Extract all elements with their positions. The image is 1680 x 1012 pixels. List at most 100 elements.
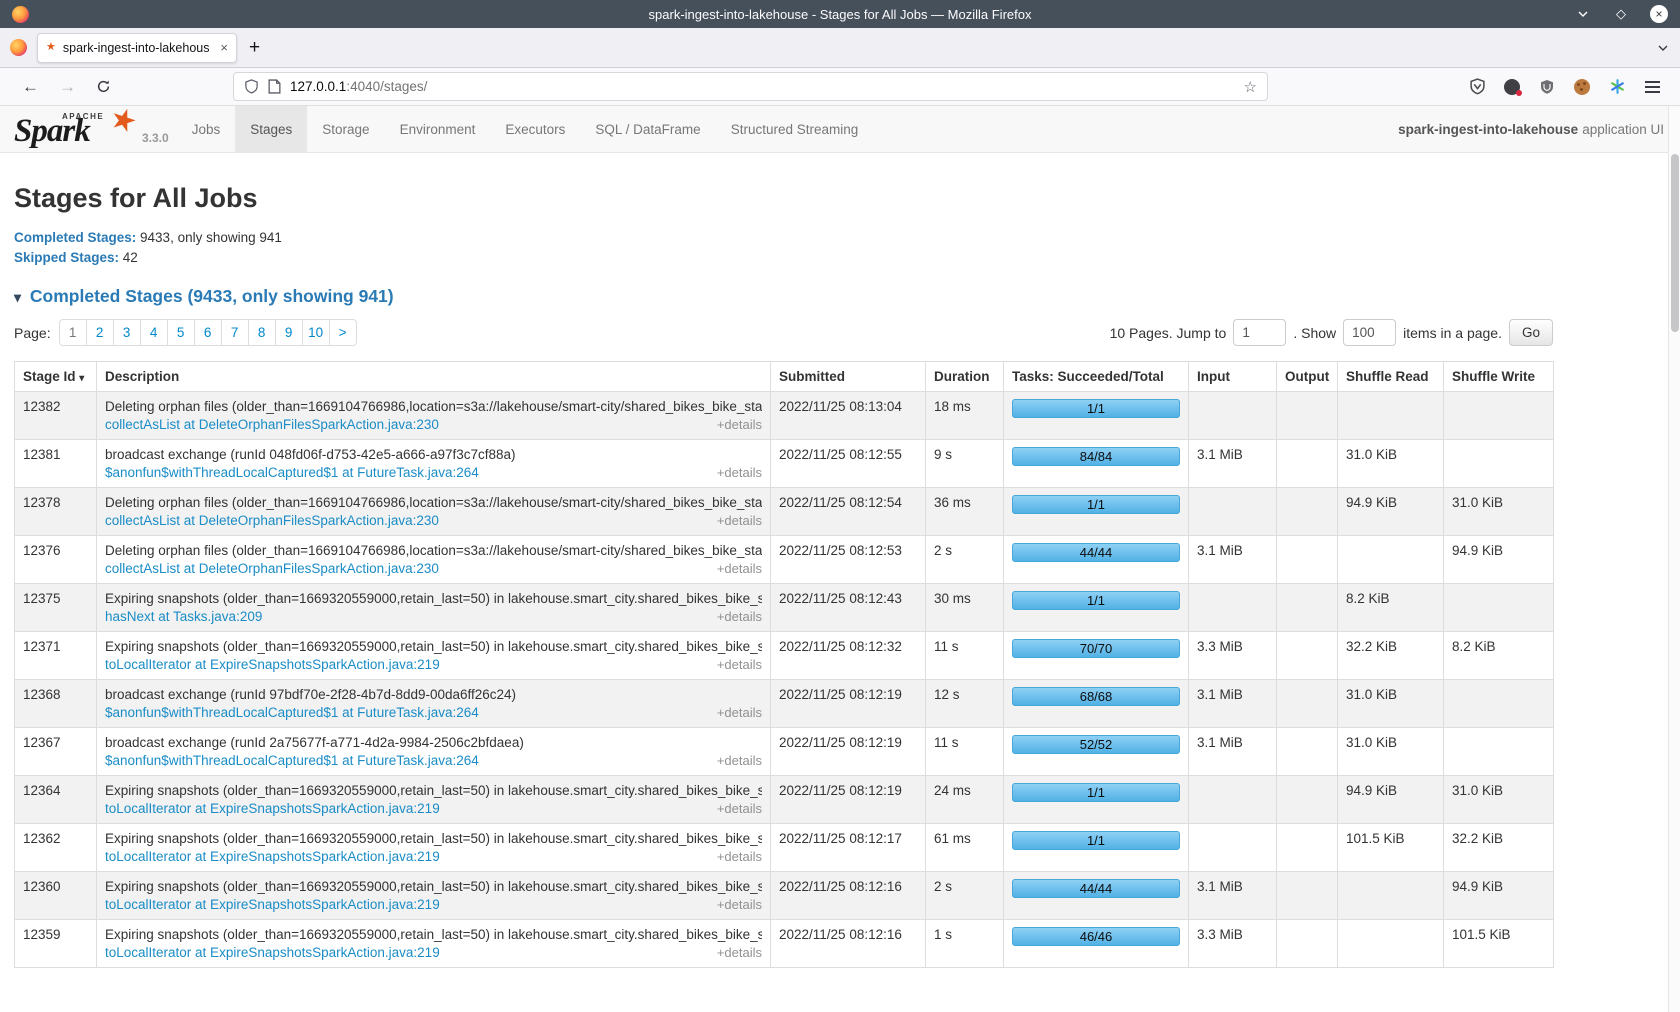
cell-input [1189, 776, 1277, 824]
details-toggle[interactable]: +details [717, 801, 762, 816]
jump-to-input[interactable] [1233, 319, 1286, 346]
cell-shuffle-read: 31.0 KiB [1338, 728, 1444, 776]
spark-logo[interactable]: APACHE Spark ★ [14, 106, 142, 152]
details-toggle[interactable]: +details [717, 465, 762, 480]
page-button-1[interactable]: 1 [59, 319, 87, 346]
cell-submitted: 2022/11/25 08:12:19 [771, 728, 926, 776]
nav-item-storage[interactable]: Storage [307, 106, 384, 152]
completed-stages-section-header[interactable]: ▾ Completed Stages (9433, only showing 9… [14, 286, 1666, 307]
browser-tab[interactable]: ★ spark-ingest-into-lakehous × [37, 33, 237, 63]
details-toggle[interactable]: +details [717, 897, 762, 912]
tab-title: spark-ingest-into-lakehous [63, 41, 214, 55]
column-header-submitted[interactable]: Submitted [771, 362, 926, 392]
stage-detail-link[interactable]: $anonfun$withThreadLocalCaptured$1 at Fu… [105, 705, 479, 720]
ublock-icon[interactable] [1537, 77, 1557, 97]
page-button-6[interactable]: 6 [194, 319, 222, 346]
stage-detail-link[interactable]: collectAsList at DeleteOrphanFilesSparkA… [105, 417, 439, 432]
stages-table-body: 12382Deleting orphan files (older_than=1… [15, 392, 1554, 968]
column-header-input[interactable]: Input [1189, 362, 1277, 392]
back-button[interactable]: ← [22, 78, 39, 95]
stage-detail-link[interactable]: $anonfun$withThreadLocalCaptured$1 at Fu… [105, 465, 479, 480]
cell-shuffle-read: 8.2 KiB [1338, 584, 1444, 632]
details-toggle[interactable]: +details [717, 945, 762, 960]
nav-item-stages[interactable]: Stages [235, 106, 307, 152]
forward-button[interactable]: → [59, 78, 76, 95]
details-toggle[interactable]: +details [717, 609, 762, 624]
stage-detail-link[interactable]: toLocalIterator at ExpireSnapshotsSparkA… [105, 945, 440, 960]
details-toggle[interactable]: +details [717, 561, 762, 576]
show-count-input[interactable] [1343, 319, 1396, 346]
cell-tasks: 84/84 [1004, 440, 1189, 488]
details-toggle[interactable]: +details [717, 513, 762, 528]
summary-list: Completed Stages: 9433, only showing 941… [14, 228, 1666, 268]
cookie-extension-icon[interactable] [1572, 77, 1592, 97]
summary-label[interactable]: Completed Stages: [14, 230, 136, 245]
page-button-4[interactable]: 4 [140, 319, 168, 346]
stage-detail-link[interactable]: $anonfun$withThreadLocalCaptured$1 at Fu… [105, 753, 479, 768]
page-button-10[interactable]: 10 [302, 319, 330, 346]
spark-navbar: APACHE Spark ★ 3.3.0 JobsStagesStorageEn… [0, 106, 1680, 153]
column-header-stage-id[interactable]: Stage Id ▾ [15, 362, 97, 392]
shield-extension-icon[interactable] [1467, 77, 1487, 97]
summary-label[interactable]: Skipped Stages: [14, 250, 119, 265]
nav-item-structured-streaming[interactable]: Structured Streaming [716, 106, 874, 152]
nav-item-jobs[interactable]: Jobs [177, 106, 236, 152]
page-button-5[interactable]: 5 [167, 319, 195, 346]
cell-description: broadcast exchange (runId 97bdf70e-2f28-… [97, 680, 771, 728]
stage-detail-link[interactable]: toLocalIterator at ExpireSnapshotsSparkA… [105, 849, 440, 864]
column-header-duration[interactable]: Duration [926, 362, 1004, 392]
page-button-7[interactable]: 7 [221, 319, 249, 346]
column-header-tasks-succeeded-total[interactable]: Tasks: Succeeded/Total [1004, 362, 1189, 392]
scrollbar[interactable] [1668, 106, 1680, 1012]
cell-stage-id: 12382 [15, 392, 97, 440]
maximize-icon[interactable]: ◇ [1612, 5, 1630, 23]
bookmark-star-icon[interactable]: ☆ [1244, 78, 1257, 96]
nav-item-sql-dataframe[interactable]: SQL / DataFrame [580, 106, 715, 152]
stage-detail-link[interactable]: toLocalIterator at ExpireSnapshotsSparkA… [105, 801, 440, 816]
stage-detail-link[interactable]: collectAsList at DeleteOrphanFilesSparkA… [105, 561, 439, 576]
page-button-9[interactable]: 9 [275, 319, 303, 346]
tasks-progress-label: 44/44 [1080, 881, 1113, 896]
firefox-view-icon[interactable] [10, 39, 27, 56]
details-toggle[interactable]: +details [717, 705, 762, 720]
new-tab-button[interactable]: + [249, 37, 260, 59]
cell-description: Expiring snapshots (older_than=166932055… [97, 920, 771, 968]
page-button-3[interactable]: 3 [113, 319, 141, 346]
stage-detail-link[interactable]: toLocalIterator at ExpireSnapshotsSparkA… [105, 897, 440, 912]
stage-detail-link[interactable]: toLocalIterator at ExpireSnapshotsSparkA… [105, 657, 440, 672]
nav-item-environment[interactable]: Environment [385, 106, 491, 152]
tab-close-icon[interactable]: × [220, 40, 228, 55]
url-bar[interactable]: 127.0.0.1:4040/stages/ ☆ [233, 72, 1268, 101]
details-toggle[interactable]: +details [717, 849, 762, 864]
reload-button[interactable] [96, 79, 111, 94]
asterisk-extension-icon[interactable] [1607, 77, 1627, 97]
scrollbar-thumb[interactable] [1671, 154, 1679, 332]
cell-stage-id: 12375 [15, 584, 97, 632]
column-header-output[interactable]: Output [1277, 362, 1338, 392]
page-button-8[interactable]: 8 [248, 319, 276, 346]
menu-icon[interactable] [1642, 77, 1662, 97]
stage-detail-link[interactable]: collectAsList at DeleteOrphanFilesSparkA… [105, 513, 439, 528]
nav-item-executors[interactable]: Executors [490, 106, 580, 152]
details-toggle[interactable]: +details [717, 417, 762, 432]
page-button-2[interactable]: 2 [86, 319, 114, 346]
shield-icon[interactable] [244, 79, 259, 94]
minimize-icon[interactable] [1574, 5, 1592, 23]
close-icon[interactable]: × [1650, 5, 1668, 23]
column-header-shuffle-read[interactable]: Shuffle Read [1338, 362, 1444, 392]
navigation-toolbar: ← → 127.0.0.1:4040/stages/ ☆ [0, 68, 1680, 106]
next-page-button[interactable]: > [329, 319, 357, 346]
cell-submitted: 2022/11/25 08:12:43 [771, 584, 926, 632]
list-tabs-icon[interactable] [1656, 41, 1670, 55]
privacy-mask-extension-icon[interactable] [1502, 77, 1522, 97]
cell-stage-id: 12376 [15, 536, 97, 584]
details-toggle[interactable]: +details [717, 657, 762, 672]
column-header-description[interactable]: Description [97, 362, 771, 392]
go-button[interactable]: Go [1509, 319, 1553, 346]
column-header-shuffle-write[interactable]: Shuffle Write [1444, 362, 1554, 392]
cell-tasks: 1/1 [1004, 776, 1189, 824]
details-toggle[interactable]: +details [717, 753, 762, 768]
cell-output [1277, 440, 1338, 488]
page-info-icon[interactable] [268, 79, 281, 94]
stage-detail-link[interactable]: hasNext at Tasks.java:209 [105, 609, 262, 624]
